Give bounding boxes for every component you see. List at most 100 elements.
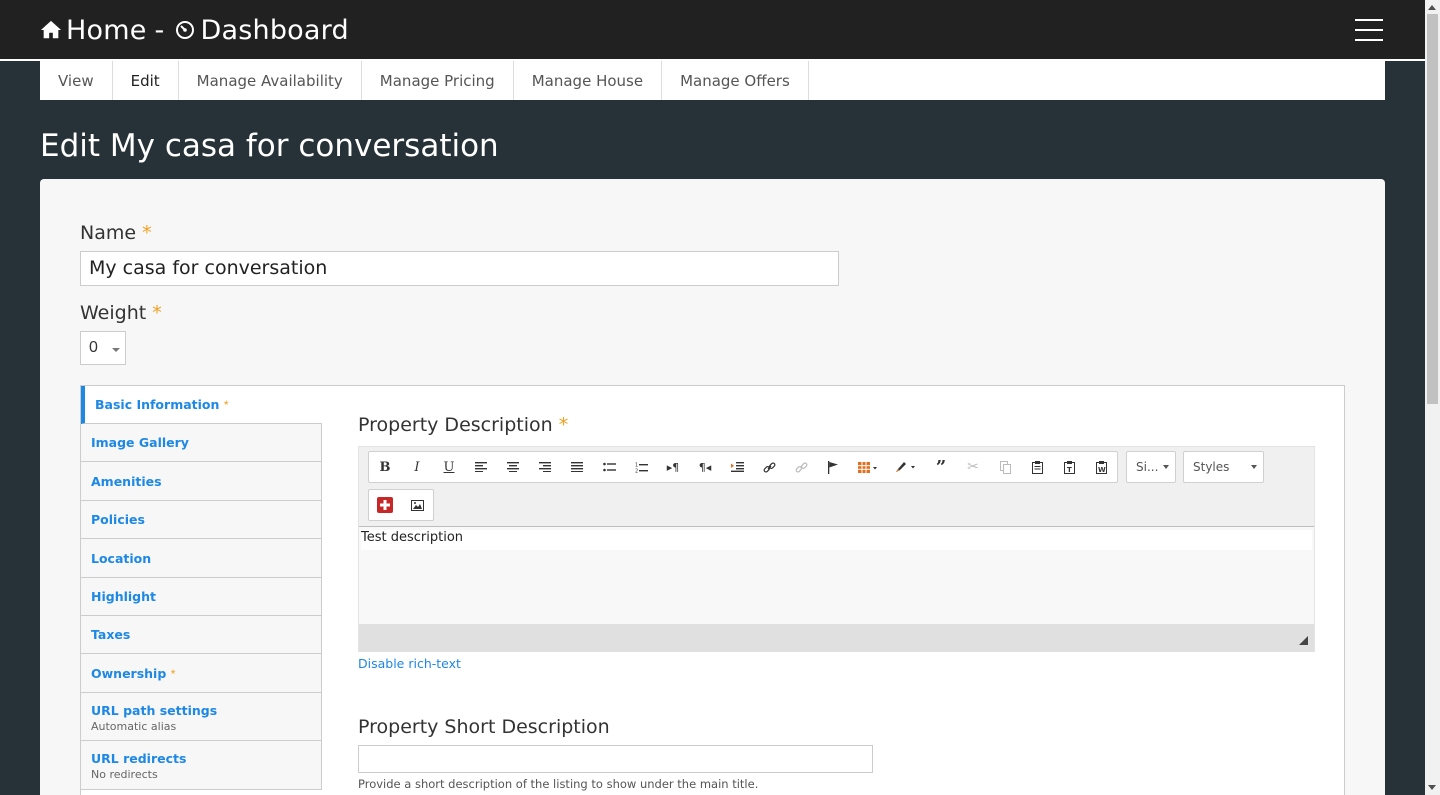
vtab-summary: Automatic alias — [91, 720, 177, 733]
numbered-list-icon[interactable]: 12 — [625, 452, 657, 482]
home-icon[interactable] — [40, 19, 62, 41]
bulleted-list-icon[interactable] — [593, 452, 625, 482]
required-marker: * — [558, 414, 569, 436]
cut-scissors-icon[interactable]: ✂ — [957, 452, 989, 482]
required-marker: * — [152, 302, 162, 324]
styles-select[interactable]: Styles — [1183, 451, 1264, 483]
vertical-tabs-menu: Basic Information * Image Gallery Amenit… — [81, 386, 322, 790]
vtab-label: Policies — [91, 512, 145, 527]
editor-statusbar — [359, 624, 1314, 652]
vtab-ownership[interactable]: Ownership * — [81, 654, 322, 693]
align-justify-icon[interactable] — [561, 452, 593, 482]
paste-text-icon[interactable]: T — [1053, 452, 1085, 482]
editor-content-text: Test description — [361, 530, 1312, 550]
text-direction-rtl-icon[interactable]: ¶◂ — [689, 452, 721, 482]
page-title: Edit My casa for conversation — [40, 128, 499, 164]
weight-select[interactable]: 0 — [80, 331, 126, 365]
editor-content-area[interactable]: Test description — [359, 528, 1314, 624]
weight-label-text: Weight — [80, 302, 147, 324]
toolbar-group-media — [368, 489, 434, 521]
required-marker: * — [170, 667, 176, 681]
vtab-url-redirects[interactable]: URL redirects No redirects — [81, 741, 322, 790]
required-marker: * — [142, 222, 152, 244]
name-label-text: Name — [80, 222, 137, 244]
page-scrollbar[interactable] — [1425, 0, 1440, 795]
bold-icon[interactable]: B — [369, 452, 401, 482]
font-size-select[interactable]: Si... — [1126, 451, 1176, 483]
vtab-label: Ownership — [91, 666, 167, 681]
anchor-flag-icon[interactable] — [817, 452, 849, 482]
dashboard-link[interactable]: Dashboard — [201, 15, 349, 46]
scroll-up-arrow-icon[interactable] — [1428, 5, 1436, 10]
weight-value: 0 — [89, 339, 98, 356]
svg-text:T: T — [1067, 466, 1072, 474]
paste-from-word-icon[interactable]: W — [1085, 452, 1117, 482]
tab-view[interactable]: View — [40, 61, 113, 100]
vtab-label: URL path settings — [91, 703, 218, 718]
insert-template-plus-icon[interactable] — [369, 490, 401, 520]
property-description-label-text: Property Description — [358, 414, 553, 436]
vtab-label: Basic Information — [95, 397, 220, 412]
property-short-description-label: Property Short Description — [358, 716, 610, 738]
scroll-down-arrow-icon[interactable] — [1428, 785, 1436, 790]
chevron-down-icon — [1251, 465, 1257, 469]
name-label: Name * — [80, 222, 152, 244]
svg-text:2: 2 — [635, 468, 638, 473]
vtab-highlight[interactable]: Highlight — [81, 578, 322, 616]
paste-icon[interactable] — [1021, 452, 1053, 482]
blockquote-icon[interactable]: ” — [925, 452, 957, 482]
vtab-label: Image Gallery — [91, 435, 189, 450]
italic-icon[interactable]: I — [401, 452, 433, 482]
table-icon[interactable] — [849, 452, 887, 482]
scrollbar-thumb[interactable] — [1427, 14, 1438, 404]
dashboard-gauge-icon — [175, 20, 195, 40]
editor-toolbar: B I U 1 2 ▸¶ ¶◂ ” ✂ T W Si... Styles — [359, 447, 1314, 527]
tab-manage-pricing[interactable]: Manage Pricing — [362, 61, 514, 100]
vtab-location[interactable]: Location — [81, 539, 322, 578]
vtab-basic-information[interactable]: Basic Information * — [81, 386, 322, 424]
tab-manage-offers[interactable]: Manage Offers — [662, 61, 809, 100]
underline-icon[interactable]: U — [433, 452, 465, 482]
copy-icon[interactable] — [989, 452, 1021, 482]
breadcrumb-separator: - — [154, 14, 165, 46]
resize-handle-icon[interactable] — [1299, 636, 1308, 645]
align-right-icon[interactable] — [529, 452, 561, 482]
home-link[interactable]: Home — [66, 15, 147, 46]
align-left-icon[interactable] — [465, 452, 497, 482]
vtab-url-path-settings[interactable]: URL path settings Automatic alias — [81, 693, 322, 741]
vtab-label: Taxes — [91, 627, 131, 642]
tab-manage-availability[interactable]: Manage Availability — [179, 61, 362, 100]
vertical-tabs: Basic Information * Image Gallery Amenit… — [80, 385, 1345, 795]
font-size-value: Si... — [1136, 460, 1159, 474]
styles-value: Styles — [1193, 460, 1230, 474]
top-navbar: Home - Dashboard — [0, 0, 1425, 61]
chevron-down-icon — [1163, 465, 1169, 469]
chevron-down-icon — [112, 348, 120, 352]
property-short-description-input[interactable] — [358, 745, 873, 773]
vtab-label: Amenities — [91, 474, 162, 489]
tab-manage-house[interactable]: Manage House — [514, 61, 663, 100]
local-tasks-tabs: View Edit Manage Availability Manage Pri… — [40, 61, 1385, 100]
vtab-image-gallery[interactable]: Image Gallery — [81, 424, 322, 462]
link-icon[interactable] — [753, 452, 785, 482]
unlink-icon[interactable] — [785, 452, 817, 482]
vtab-label: URL redirects — [91, 751, 187, 766]
text-direction-ltr-icon[interactable]: ▸¶ — [657, 452, 689, 482]
insert-image-icon[interactable] — [401, 490, 433, 520]
rich-text-editor: B I U 1 2 ▸¶ ¶◂ ” ✂ T W Si... Styles Tes… — [358, 446, 1315, 652]
indent-icon[interactable] — [721, 452, 753, 482]
vtab-taxes[interactable]: Taxes — [81, 616, 322, 654]
text-color-brush-icon[interactable] — [887, 452, 925, 482]
align-center-icon[interactable] — [497, 452, 529, 482]
name-field[interactable]: My casa for conversation — [80, 251, 839, 286]
hamburger-menu-icon[interactable] — [1355, 19, 1383, 41]
tab-edit[interactable]: Edit — [113, 61, 179, 100]
vtab-summary: No redirects — [91, 768, 158, 781]
vtab-amenities[interactable]: Amenities — [81, 462, 322, 501]
edit-form-card: Name * My casa for conversation Weight *… — [40, 179, 1385, 795]
vtab-policies[interactable]: Policies — [81, 501, 322, 539]
required-marker: * — [223, 398, 229, 412]
property-description-label: Property Description * — [358, 414, 568, 436]
short-description-help-text: Provide a short description of the listi… — [358, 777, 759, 791]
disable-rich-text-link[interactable]: Disable rich-text — [358, 656, 461, 671]
